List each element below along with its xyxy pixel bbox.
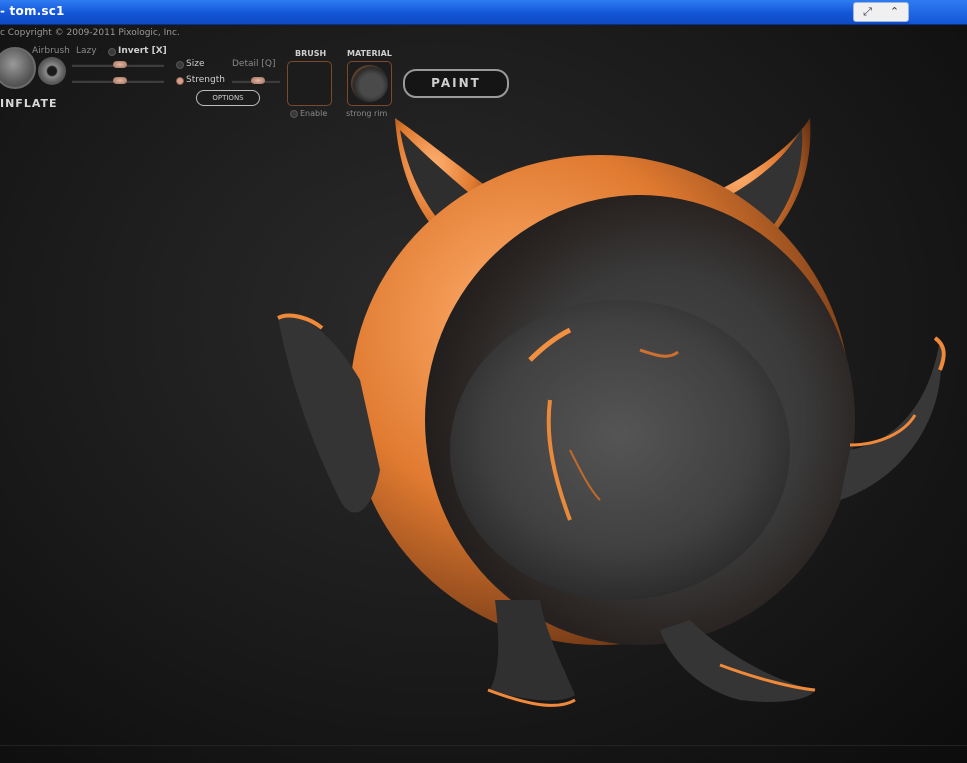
strength-toggle[interactable]	[176, 77, 184, 85]
size-toggle[interactable]	[176, 61, 184, 69]
brush-name: INFLATE	[0, 97, 58, 110]
title-bar-end	[909, 0, 967, 24]
invert-toggle[interactable]	[108, 48, 116, 56]
window-controls: ⤢ ⌃	[853, 2, 909, 22]
invert-label[interactable]: Invert [X]	[118, 46, 167, 56]
detail-slider-knob[interactable]	[251, 77, 265, 84]
window-title: - tom.sc1	[0, 4, 65, 18]
enable-toggle[interactable]	[290, 110, 298, 118]
material-slot[interactable]	[347, 61, 392, 106]
sculpt-model[interactable]	[0, 25, 967, 763]
detail-label: Detail [Q]	[232, 59, 276, 69]
brush-tool-panel: c Copyright © 2009-2011 Pixologic, Inc. …	[0, 25, 520, 125]
copyright-text: c Copyright © 2009-2011 Pixologic, Inc.	[0, 28, 180, 38]
options-button[interactable]: OPTIONS	[196, 90, 260, 106]
lazy-label[interactable]: Lazy	[76, 46, 97, 56]
brush-section-label: BRUSH	[295, 49, 327, 58]
size-label: Size	[186, 59, 205, 69]
paint-button[interactable]: PAINT	[403, 69, 509, 98]
material-section-label: MATERIAL	[347, 49, 392, 58]
window-title-bar: - tom.sc1 ⤢ ⌃	[0, 0, 967, 25]
bottom-divider	[0, 745, 967, 746]
enable-label: Enable	[300, 109, 328, 118]
restore-icon[interactable]: ⤢	[859, 5, 877, 19]
material-name: strong rim	[346, 109, 388, 118]
canvas-viewport[interactable]: c Copyright © 2009-2011 Pixologic, Inc. …	[0, 25, 967, 763]
material-preview-icon	[351, 65, 388, 102]
strength-label: Strength	[186, 75, 225, 85]
strength-slider-knob[interactable]	[113, 77, 127, 84]
size-slider-knob[interactable]	[113, 61, 127, 68]
brush-thumbnail-icon[interactable]	[0, 47, 36, 89]
airbrush-label[interactable]: Airbrush	[32, 46, 70, 56]
model-body	[277, 118, 946, 707]
stroke-icon[interactable]	[38, 57, 66, 85]
up-arrow-icon[interactable]: ⌃	[886, 5, 904, 19]
brush-slot[interactable]	[287, 61, 332, 106]
